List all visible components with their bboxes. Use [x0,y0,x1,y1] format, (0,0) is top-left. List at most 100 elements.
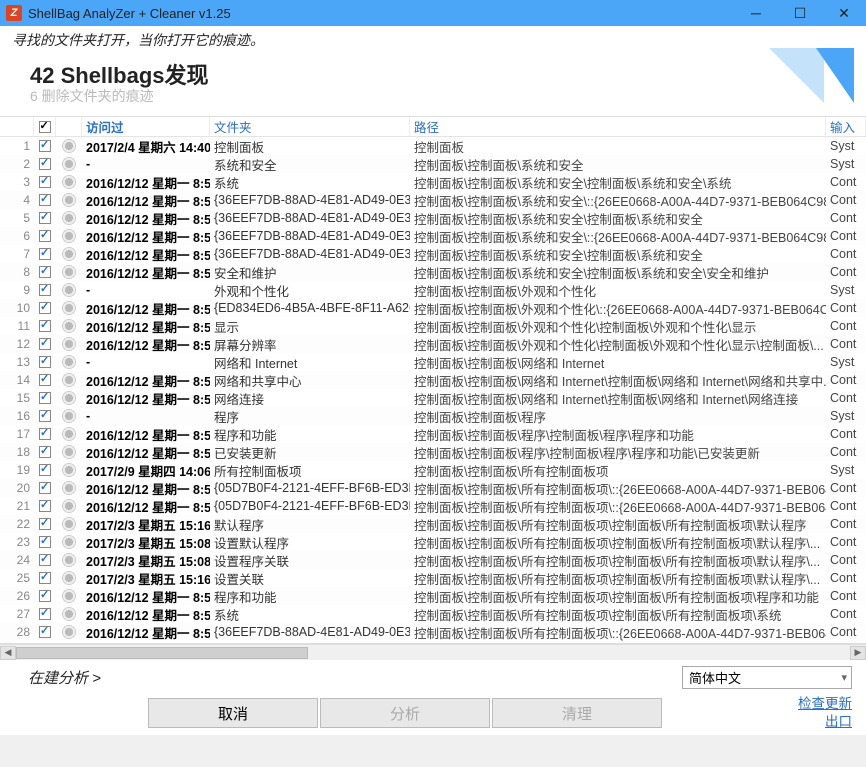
row-gear[interactable] [56,623,82,641]
checkbox-icon[interactable] [39,464,51,476]
checkbox-icon[interactable] [39,230,51,242]
checkbox-icon[interactable] [39,158,51,170]
row-check[interactable] [34,587,56,605]
check-all[interactable] [39,121,51,133]
row-gear[interactable] [56,461,82,479]
row-check[interactable] [34,515,56,533]
table-row[interactable]: 112016/12/12 星期一 8:5...显示控制面板\控制面板\外观和个性… [0,317,866,335]
row-check[interactable] [34,227,56,245]
table-row[interactable]: 272016/12/12 星期一 8:5...系统控制面板\控制面板\所有控制面… [0,605,866,623]
row-gear[interactable] [56,155,82,173]
minimize-button[interactable]: ─ [734,0,778,26]
row-check[interactable] [34,245,56,263]
row-gear[interactable] [56,281,82,299]
row-gear[interactable] [56,551,82,569]
row-gear[interactable] [56,137,82,155]
table-row[interactable]: 202016/12/12 星期一 8:5...{05D7B0F4-2121-4E… [0,479,866,497]
table-row[interactable]: 262016/12/12 星期一 8:5...程序和功能控制面板\控制面板\所有… [0,587,866,605]
row-gear[interactable] [56,371,82,389]
titlebar[interactable]: Z ShellBag AnalyZer + Cleaner v1.25 ─ ☐ … [0,0,866,26]
check-update-link[interactable]: 检查更新 [798,695,852,713]
row-gear[interactable] [56,605,82,623]
row-check[interactable] [34,551,56,569]
checkbox-icon[interactable] [39,608,51,620]
checkbox-icon[interactable] [39,338,51,350]
table-row[interactable]: 9-外观和个性化控制面板\控制面板\外观和个性化Syst [0,281,866,299]
checkbox-icon[interactable] [39,266,51,278]
col-input[interactable]: 输入 [826,117,866,136]
row-gear[interactable] [56,587,82,605]
row-check[interactable] [34,605,56,623]
row-check[interactable] [34,479,56,497]
checkbox-icon[interactable] [39,428,51,440]
row-check[interactable] [34,263,56,281]
col-check[interactable] [34,117,56,136]
checkbox-icon[interactable] [39,410,51,422]
row-check[interactable] [34,173,56,191]
table-row[interactable]: 52016/12/12 星期一 8:5...{36EEF7DB-88AD-4E8… [0,209,866,227]
scroll-right-icon[interactable]: ▶ [850,646,866,660]
checkbox-icon[interactable] [39,248,51,260]
row-check[interactable] [34,461,56,479]
row-gear[interactable] [56,227,82,245]
row-gear[interactable] [56,317,82,335]
exit-link[interactable]: 出口 [798,713,852,731]
language-select[interactable]: 简体中文 [682,666,852,689]
row-gear[interactable] [56,173,82,191]
row-check[interactable] [34,569,56,587]
table-row[interactable]: 12017/2/4 星期六 14:40...控制面板控制面板Syst [0,137,866,155]
row-gear[interactable] [56,335,82,353]
row-gear[interactable] [56,515,82,533]
close-button[interactable]: ✕ [822,0,866,26]
table-row[interactable]: 102016/12/12 星期一 8:5...{ED834ED6-4B5A-4B… [0,299,866,317]
table-row[interactable]: 32016/12/12 星期一 8:5...系统控制面板\控制面板\系统和安全\… [0,173,866,191]
row-gear[interactable] [56,389,82,407]
row-check[interactable] [34,623,56,641]
checkbox-icon[interactable] [39,194,51,206]
table-row[interactable]: 72016/12/12 星期一 8:5...{36EEF7DB-88AD-4E8… [0,245,866,263]
checkbox-icon[interactable] [39,590,51,602]
table-row[interactable]: 152016/12/12 星期一 8:5...网络连接控制面板\控制面板\网络和… [0,389,866,407]
row-check[interactable] [34,191,56,209]
row-check[interactable] [34,533,56,551]
horizontal-scrollbar[interactable]: ◀ ▶ [0,644,866,660]
analyze-button[interactable]: 分析 [320,698,490,728]
table-row[interactable]: 212016/12/12 星期一 8:5...{05D7B0F4-2121-4E… [0,497,866,515]
row-check[interactable] [34,209,56,227]
checkbox-icon[interactable] [39,482,51,494]
cancel-button[interactable]: 取消 [148,698,318,728]
row-gear[interactable] [56,479,82,497]
checkbox-icon[interactable] [39,572,51,584]
row-gear[interactable] [56,497,82,515]
clean-button[interactable]: 清理 [492,698,662,728]
table-row[interactable]: 2-系统和安全控制面板\控制面板\系统和安全Syst [0,155,866,173]
checkbox-icon[interactable] [39,176,51,188]
row-check[interactable] [34,281,56,299]
checkbox-icon[interactable] [39,374,51,386]
checkbox-icon[interactable] [39,302,51,314]
table-row[interactable]: 242017/2/3 星期五 15:08...设置程序关联控制面板\控制面板\所… [0,551,866,569]
col-path[interactable]: 路径 [410,117,826,136]
row-check[interactable] [34,443,56,461]
row-gear[interactable] [56,353,82,371]
row-check[interactable] [34,407,56,425]
scroll-track[interactable] [16,646,850,660]
row-check[interactable] [34,497,56,515]
row-check[interactable] [34,371,56,389]
table-row[interactable]: 192017/2/9 星期四 14:06...所有控制面板项控制面板\控制面板\… [0,461,866,479]
table-row[interactable]: 13-网络和 Internet控制面板\控制面板\网络和 InternetSys… [0,353,866,371]
row-check[interactable] [34,299,56,317]
row-gear[interactable] [56,425,82,443]
checkbox-icon[interactable] [39,626,51,638]
maximize-button[interactable]: ☐ [778,0,822,26]
row-check[interactable] [34,317,56,335]
table-row[interactable]: 282016/12/12 星期一 8:5...{36EEF7DB-88AD-4E… [0,623,866,641]
checkbox-icon[interactable] [39,320,51,332]
row-check[interactable] [34,425,56,443]
row-gear[interactable] [56,407,82,425]
col-visited[interactable]: 访问过 [82,117,210,136]
row-check[interactable] [34,389,56,407]
row-check[interactable] [34,353,56,371]
row-check[interactable] [34,335,56,353]
checkbox-icon[interactable] [39,554,51,566]
